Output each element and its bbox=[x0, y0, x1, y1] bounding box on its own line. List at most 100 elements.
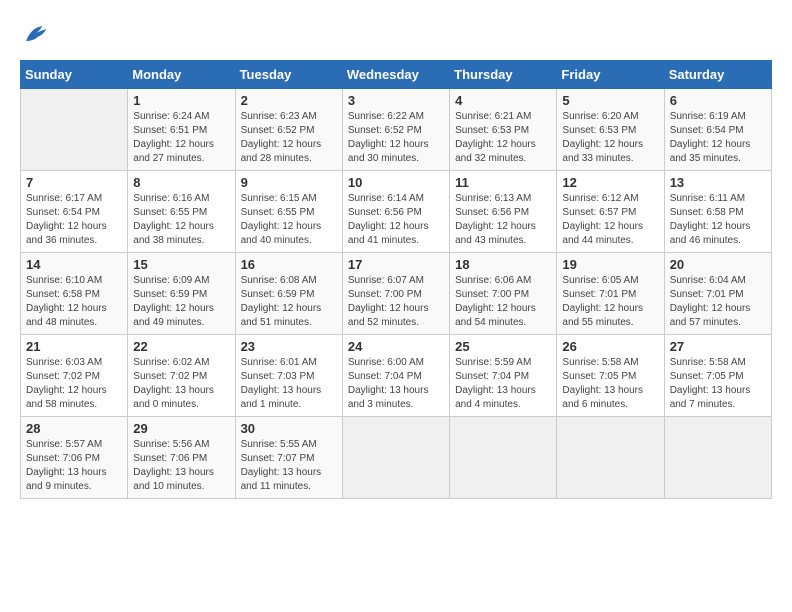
calendar-cell: 15 Sunrise: 6:09 AM Sunset: 6:59 PM Dayli… bbox=[128, 253, 235, 335]
day-number: 14 bbox=[26, 257, 122, 272]
day-info: Sunrise: 6:14 AM Sunset: 6:56 PM Dayligh… bbox=[348, 192, 444, 248]
day-info: Sunrise: 6:08 AM Sunset: 6:59 PM Dayligh… bbox=[241, 274, 337, 330]
day-number: 3 bbox=[348, 93, 444, 108]
day-info: Sunrise: 6:09 AM Sunset: 6:59 PM Dayligh… bbox=[133, 274, 229, 330]
calendar-cell: 5 Sunrise: 6:20 AM Sunset: 6:53 PM Daylig… bbox=[557, 89, 664, 171]
day-info: Sunrise: 6:12 AM Sunset: 6:57 PM Dayligh… bbox=[562, 192, 658, 248]
calendar-cell: 12 Sunrise: 6:12 AM Sunset: 6:57 PM Dayli… bbox=[557, 171, 664, 253]
day-info: Sunrise: 6:05 AM Sunset: 7:01 PM Dayligh… bbox=[562, 274, 658, 330]
day-info: Sunrise: 6:02 AM Sunset: 7:02 PM Dayligh… bbox=[133, 356, 229, 412]
calendar-cell: 4 Sunrise: 6:21 AM Sunset: 6:53 PM Daylig… bbox=[450, 89, 557, 171]
calendar-cell: 21 Sunrise: 6:03 AM Sunset: 7:02 PM Dayli… bbox=[21, 335, 128, 417]
day-info: Sunrise: 6:22 AM Sunset: 6:52 PM Dayligh… bbox=[348, 110, 444, 166]
calendar-cell: 30 Sunrise: 5:55 AM Sunset: 7:07 PM Dayli… bbox=[235, 417, 342, 499]
calendar-cell: 1 Sunrise: 6:24 AM Sunset: 6:51 PM Daylig… bbox=[128, 89, 235, 171]
calendar-cell: 27 Sunrise: 5:58 AM Sunset: 7:05 PM Dayli… bbox=[664, 335, 771, 417]
column-header-monday: Monday bbox=[128, 61, 235, 89]
day-number: 25 bbox=[455, 339, 551, 354]
column-header-wednesday: Wednesday bbox=[342, 61, 449, 89]
column-header-saturday: Saturday bbox=[664, 61, 771, 89]
day-number: 12 bbox=[562, 175, 658, 190]
day-info: Sunrise: 6:10 AM Sunset: 6:58 PM Dayligh… bbox=[26, 274, 122, 330]
calendar-cell: 17Sunrise: 6:07 AM Sunset: 7:00 PM Dayli… bbox=[342, 253, 449, 335]
day-info: Sunrise: 5:57 AM Sunset: 7:06 PM Dayligh… bbox=[26, 438, 122, 494]
day-number: 23 bbox=[241, 339, 337, 354]
calendar-cell: 10 Sunrise: 6:14 AM Sunset: 6:56 PM Dayli… bbox=[342, 171, 449, 253]
day-number: 22 bbox=[133, 339, 229, 354]
day-number: 4 bbox=[455, 93, 551, 108]
day-info: Sunrise: 6:17 AM Sunset: 6:54 PM Dayligh… bbox=[26, 192, 122, 248]
day-number: 7 bbox=[26, 175, 122, 190]
calendar-cell: 24 Sunrise: 6:00 AM Sunset: 7:04 PM Dayli… bbox=[342, 335, 449, 417]
day-number: 9 bbox=[241, 175, 337, 190]
day-number: 30 bbox=[241, 421, 337, 436]
day-info: Sunrise: 5:55 AM Sunset: 7:07 PM Dayligh… bbox=[241, 438, 337, 494]
day-info: Sunrise: 6:00 AM Sunset: 7:04 PM Dayligh… bbox=[348, 356, 444, 412]
day-number: 15 bbox=[133, 257, 229, 272]
calendar-cell bbox=[342, 417, 449, 499]
calendar-cell: 9Sunrise: 6:15 AM Sunset: 6:55 PM Daylig… bbox=[235, 171, 342, 253]
day-number: 28 bbox=[26, 421, 122, 436]
day-info: Sunrise: 5:56 AM Sunset: 7:06 PM Dayligh… bbox=[133, 438, 229, 494]
calendar-cell: 16 Sunrise: 6:08 AM Sunset: 6:59 PM Dayli… bbox=[235, 253, 342, 335]
day-number: 29 bbox=[133, 421, 229, 436]
column-header-sunday: Sunday bbox=[21, 61, 128, 89]
calendar-cell: 3 Sunrise: 6:22 AM Sunset: 6:52 PM Daylig… bbox=[342, 89, 449, 171]
calendar-cell bbox=[557, 417, 664, 499]
logo-bird-icon bbox=[20, 20, 50, 50]
day-info: Sunrise: 6:07 AM Sunset: 7:00 PM Dayligh… bbox=[348, 274, 444, 330]
day-number: 5 bbox=[562, 93, 658, 108]
column-header-tuesday: Tuesday bbox=[235, 61, 342, 89]
calendar-cell: 14 Sunrise: 6:10 AM Sunset: 6:58 PM Dayli… bbox=[21, 253, 128, 335]
day-number: 11 bbox=[455, 175, 551, 190]
day-number: 21 bbox=[26, 339, 122, 354]
day-number: 1 bbox=[133, 93, 229, 108]
calendar-cell bbox=[21, 89, 128, 171]
calendar-cell: 26 Sunrise: 5:58 AM Sunset: 7:05 PM Dayli… bbox=[557, 335, 664, 417]
calendar-cell: 18Sunrise: 6:06 AM Sunset: 7:00 PM Dayli… bbox=[450, 253, 557, 335]
calendar-cell: 19 Sunrise: 6:05 AM Sunset: 7:01 PM Dayli… bbox=[557, 253, 664, 335]
day-info: Sunrise: 6:13 AM Sunset: 6:56 PM Dayligh… bbox=[455, 192, 551, 248]
calendar-cell: 13 Sunrise: 6:11 AM Sunset: 6:58 PM Dayli… bbox=[664, 171, 771, 253]
day-number: 2 bbox=[241, 93, 337, 108]
day-number: 8 bbox=[133, 175, 229, 190]
day-info: Sunrise: 6:16 AM Sunset: 6:55 PM Dayligh… bbox=[133, 192, 229, 248]
day-number: 20 bbox=[670, 257, 766, 272]
calendar-cell: 23 Sunrise: 6:01 AM Sunset: 7:03 PM Dayli… bbox=[235, 335, 342, 417]
calendar-table: SundayMondayTuesdayWednesdayThursdayFrid… bbox=[20, 60, 772, 499]
calendar-cell: 29 Sunrise: 5:56 AM Sunset: 7:06 PM Dayli… bbox=[128, 417, 235, 499]
column-header-thursday: Thursday bbox=[450, 61, 557, 89]
day-info: Sunrise: 6:20 AM Sunset: 6:53 PM Dayligh… bbox=[562, 110, 658, 166]
day-number: 26 bbox=[562, 339, 658, 354]
day-info: Sunrise: 6:11 AM Sunset: 6:58 PM Dayligh… bbox=[670, 192, 766, 248]
calendar-cell bbox=[450, 417, 557, 499]
day-info: Sunrise: 6:19 AM Sunset: 6:54 PM Dayligh… bbox=[670, 110, 766, 166]
day-info: Sunrise: 5:58 AM Sunset: 7:05 PM Dayligh… bbox=[670, 356, 766, 412]
day-info: Sunrise: 6:01 AM Sunset: 7:03 PM Dayligh… bbox=[241, 356, 337, 412]
day-info: Sunrise: 6:04 AM Sunset: 7:01 PM Dayligh… bbox=[670, 274, 766, 330]
column-header-friday: Friday bbox=[557, 61, 664, 89]
calendar-cell: 7 Sunrise: 6:17 AM Sunset: 6:54 PM Daylig… bbox=[21, 171, 128, 253]
day-number: 16 bbox=[241, 257, 337, 272]
calendar-cell: 6Sunrise: 6:19 AM Sunset: 6:54 PM Daylig… bbox=[664, 89, 771, 171]
calendar-cell: 11 Sunrise: 6:13 AM Sunset: 6:56 PM Dayli… bbox=[450, 171, 557, 253]
calendar-cell: 22 Sunrise: 6:02 AM Sunset: 7:02 PM Dayli… bbox=[128, 335, 235, 417]
day-info: Sunrise: 6:06 AM Sunset: 7:00 PM Dayligh… bbox=[455, 274, 551, 330]
calendar-cell: 20 Sunrise: 6:04 AM Sunset: 7:01 PM Dayli… bbox=[664, 253, 771, 335]
logo bbox=[20, 20, 54, 50]
day-info: Sunrise: 6:21 AM Sunset: 6:53 PM Dayligh… bbox=[455, 110, 551, 166]
calendar-cell: 2Sunrise: 6:23 AM Sunset: 6:52 PM Daylig… bbox=[235, 89, 342, 171]
day-number: 24 bbox=[348, 339, 444, 354]
day-number: 27 bbox=[670, 339, 766, 354]
calendar-cell: 25 Sunrise: 5:59 AM Sunset: 7:04 PM Dayli… bbox=[450, 335, 557, 417]
day-info: Sunrise: 5:59 AM Sunset: 7:04 PM Dayligh… bbox=[455, 356, 551, 412]
page-header bbox=[20, 20, 772, 50]
day-info: Sunrise: 6:03 AM Sunset: 7:02 PM Dayligh… bbox=[26, 356, 122, 412]
calendar-cell: 8 Sunrise: 6:16 AM Sunset: 6:55 PM Daylig… bbox=[128, 171, 235, 253]
day-info: Sunrise: 5:58 AM Sunset: 7:05 PM Dayligh… bbox=[562, 356, 658, 412]
day-info: Sunrise: 6:24 AM Sunset: 6:51 PM Dayligh… bbox=[133, 110, 229, 166]
day-number: 10 bbox=[348, 175, 444, 190]
day-number: 13 bbox=[670, 175, 766, 190]
day-number: 19 bbox=[562, 257, 658, 272]
calendar-cell: 28 Sunrise: 5:57 AM Sunset: 7:06 PM Dayli… bbox=[21, 417, 128, 499]
